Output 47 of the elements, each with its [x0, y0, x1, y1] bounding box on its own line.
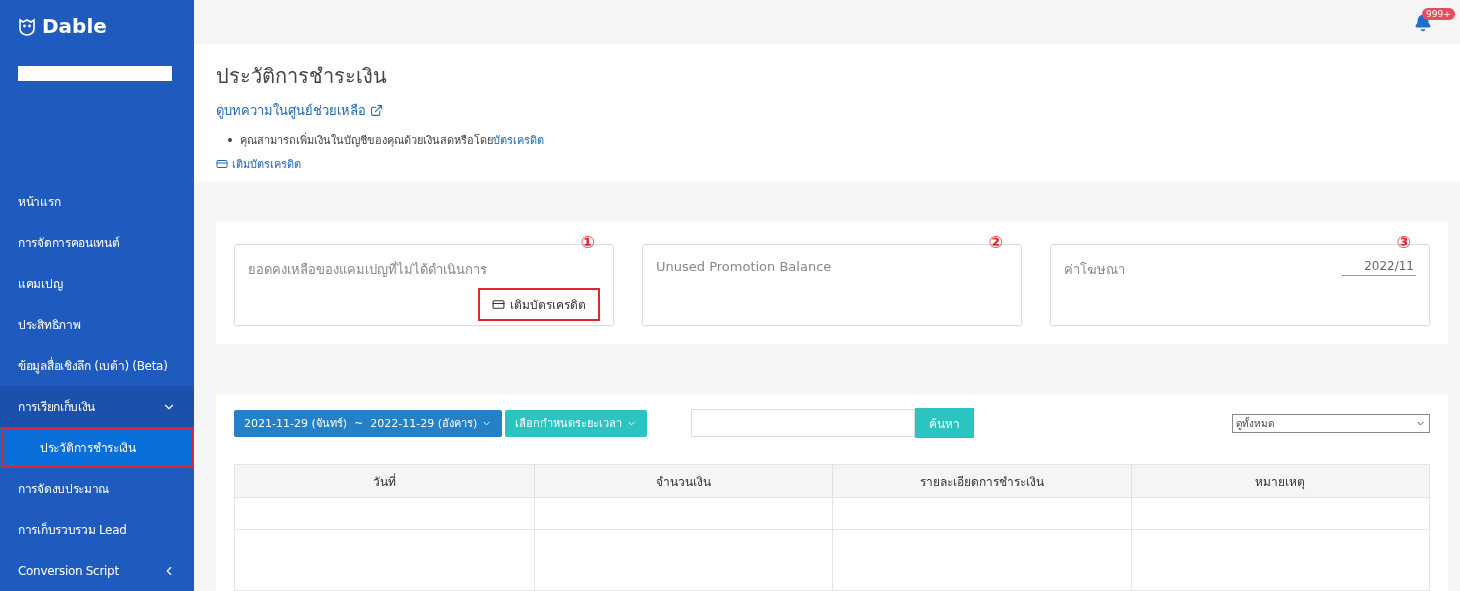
logo-text: Dable [42, 14, 107, 38]
column-header: วันที่ [235, 465, 534, 497]
nav-item[interactable]: การจัดการคอนเทนต์ [0, 222, 194, 263]
card-title: ยอดคงเหลือของแคมเปญที่ไม่ได้ดำเนินการ [248, 260, 487, 279]
nav-label: การเก็บรวบรวม Lead [18, 521, 127, 539]
month-field[interactable]: 2022/11 [1342, 259, 1416, 276]
nav-label: ข้อมูลสื่อเชิงลึก (เบต้า) (Beta) [18, 356, 168, 375]
column-header: หมายเหตุ [1130, 465, 1429, 497]
card-title: Unused Promotion Balance [656, 259, 832, 274]
card-title: ค่าโฆษณา [1064, 261, 1125, 279]
page-title: ประวัติการชำระเงิน [216, 63, 388, 90]
marker-number: ③ [1396, 232, 1411, 252]
filter-dropdown[interactable]: ดูทั้งหมด [1232, 413, 1430, 433]
topup-button[interactable]: เติมบัตรเครดิต [478, 288, 600, 321]
nav-item[interactable]: การเก็บรวบรวม Lead [0, 509, 194, 550]
logo-icon [18, 16, 36, 36]
nav-item[interactable]: แคมเปญ [0, 263, 194, 304]
notification-badge: 999+ [1422, 8, 1455, 20]
nav-label: Conversion Script [18, 563, 119, 578]
info-text: คุณสามารถเพิ่มเงินในบัญชีของคุณด้วยเงินสดหรือโดยบัตรเครดิต [240, 131, 544, 149]
nav-label: แคมเปญ [18, 276, 63, 293]
help-link[interactable]: ดูบทความในศูนย์ช่วยเหลือ [216, 100, 383, 121]
external-link-icon [370, 104, 383, 117]
nav-label: หน้าแรก [18, 194, 61, 211]
credit-card-icon [216, 158, 228, 170]
topup-link[interactable]: เติมบัตรเครดิต [216, 155, 301, 173]
nav-item[interactable]: ประวัติการชำระเงิน [0, 427, 194, 468]
column-header: จำนวนเงิน [533, 465, 832, 497]
nav-item[interactable]: ประสิทธิภาพ [0, 304, 194, 345]
date-range-button[interactable]: 2021-11-29 (จันทร์) ~ 2022-11-29 (อังคาร) [234, 409, 503, 437]
marker-number: ② [988, 232, 1003, 252]
nav-item[interactable]: หน้าแรก [0, 181, 194, 222]
nav-label: การจัดงบประมาณ [18, 481, 110, 498]
nav-item[interactable]: Conversion Script [0, 550, 194, 591]
credit-card-link[interactable]: บัตรเครดิต [493, 131, 544, 149]
nav-label: ประสิทธิภาพ [18, 317, 81, 334]
nav-label: การเรียกเก็บเงิน [18, 398, 96, 416]
nav-item[interactable]: การจัดงบประมาณ [0, 468, 194, 509]
column-header: รายละเอียดการชำระเงิน [832, 465, 1131, 497]
filter-value: ดูทั้งหมด [1236, 415, 1274, 431]
credit-card-icon [492, 298, 505, 311]
nav-label: การจัดการคอนเทนต์ [18, 235, 120, 252]
marker-number: ① [580, 232, 595, 252]
nav-item[interactable]: การเรียกเก็บเงิน [0, 386, 194, 427]
bullet-icon [228, 138, 232, 142]
search-field[interactable] [691, 409, 916, 437]
nav-item[interactable]: ข้อมูลสื่อเชิงลึก (เบต้า) (Beta) [0, 345, 194, 386]
